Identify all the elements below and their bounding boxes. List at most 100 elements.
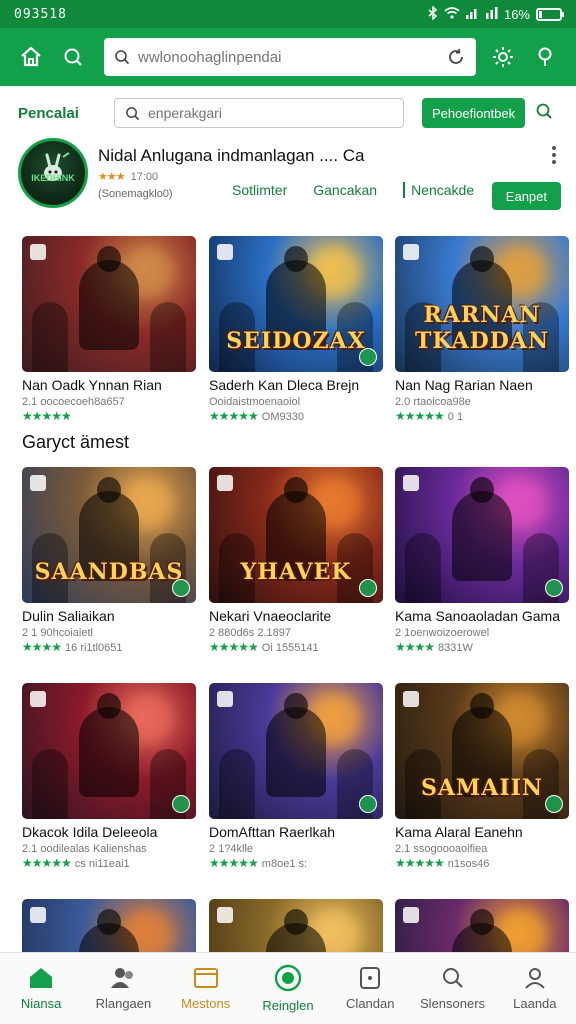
tab-0[interactable]: Sotlimter <box>232 182 287 198</box>
top-search-box[interactable] <box>104 38 476 76</box>
header-tabs: Sotlimter Gancakan Nencakde <box>232 182 500 198</box>
game-meta: 2.1 oocoecoeh8a657 <box>22 396 125 408</box>
install-button[interactable]: Eanpet <box>491 182 561 210</box>
thumbnail-title: SAANDBAS <box>34 559 184 585</box>
game-badge-icon <box>30 475 46 491</box>
secondary-search-input[interactable] <box>148 105 388 121</box>
game-card[interactable]: RARNAN TKADDAN Nan Nag Rarian Naen 2.0 rta… <box>395 236 569 423</box>
game-thumbnail[interactable]: RARNAN TKADDAN <box>395 236 569 372</box>
game-card[interactable]: YHAVEK Nekari Vnaeoclarite 2 880d6s 2.1897… <box>209 467 383 654</box>
thumbnail-figure <box>32 749 68 819</box>
game-thumbnail[interactable] <box>209 683 383 819</box>
game-rating: ★★★★★ OM9330 <box>209 409 383 423</box>
search-button[interactable] <box>52 36 94 78</box>
section-label: Pencalai <box>18 104 79 122</box>
secondary-search-box[interactable] <box>114 98 404 128</box>
game-thumbnail[interactable] <box>395 467 569 603</box>
rating-stars: ★★★★★ <box>395 856 445 870</box>
search-icon <box>536 103 552 119</box>
thumbnail-hero <box>452 477 512 582</box>
battery-percent: 16% <box>503 6 530 22</box>
search-icon <box>442 968 463 988</box>
game-thumbnail[interactable] <box>22 683 196 819</box>
game-thumbnail[interactable]: SAMAIIN <box>395 683 569 819</box>
play-badge-icon[interactable] <box>545 579 563 597</box>
nav-item-window[interactable]: Mestons <box>165 953 247 1024</box>
nav-item-people[interactable]: Rlangaen <box>82 953 164 1024</box>
game-card[interactable]: Kama Sanoaoladan Gama 2 1oenwoizoerowel ★★… <box>395 467 569 654</box>
thumbnail-hero <box>79 246 139 351</box>
play-badge-icon[interactable] <box>545 795 563 813</box>
game-badge-icon <box>217 475 233 491</box>
game-badge-icon <box>403 244 419 260</box>
help-button[interactable] <box>535 102 553 125</box>
game-card[interactable]: SAMAIIN Kama Alaral Eanehn 2.1 ssogoooaoif… <box>395 683 569 870</box>
status-icons: 16% <box>428 4 564 23</box>
app-logo-text: IKEDHINK <box>31 173 75 183</box>
gamepad-icon <box>274 964 302 992</box>
nav-label: Reinglen <box>262 998 314 1013</box>
gear-icon <box>493 47 513 67</box>
game-card[interactable]: Dkacok Idila Deleeola 2.1 oodilealas Kali… <box>22 683 196 870</box>
rating-stars: ★★★★ <box>395 640 435 654</box>
thumbnail-title: YHAVEK <box>240 559 352 585</box>
more-options-icon[interactable] <box>549 146 559 164</box>
settings-button[interactable] <box>482 36 524 78</box>
nav-item-profile[interactable]: Laanda <box>494 953 576 1024</box>
game-title: Saderh Kan Dleca Brejn <box>209 377 360 393</box>
status-time: 093518 <box>14 6 67 22</box>
top-search-input[interactable] <box>138 48 438 66</box>
thumbnail-figure <box>150 302 186 372</box>
primary-action-button[interactable]: Pehoefiontbek <box>422 98 526 128</box>
tab-1[interactable]: Gancakan <box>313 182 377 198</box>
play-badge-icon[interactable] <box>359 795 377 813</box>
nav-label: Niansa <box>20 996 62 1011</box>
play-badge-icon[interactable] <box>359 579 377 597</box>
search-icon <box>115 50 130 65</box>
home-button[interactable] <box>10 36 52 78</box>
game-badge-icon <box>403 907 419 923</box>
rating-text: m8oe1 s: <box>261 858 308 870</box>
game-thumbnail[interactable]: SAANDBAS <box>22 467 196 603</box>
game-rating: ★★★★ 16 ri1tl0651 <box>22 640 196 654</box>
game-thumbnail[interactable] <box>22 236 196 372</box>
app-logo: IKEDHINK <box>18 138 88 208</box>
nav-label: Rlangaen <box>95 996 152 1011</box>
game-card[interactable]: Nan Oadk Ynnan Rian 2.1 oocoecoeh8a657 ★★★… <box>22 236 196 423</box>
nav-label: Slensoners <box>420 996 486 1011</box>
play-badge-icon[interactable] <box>172 795 190 813</box>
location-button[interactable] <box>524 36 566 78</box>
rating-text: 16 ri1tl0651 <box>65 642 123 654</box>
top-app-bar <box>0 28 576 86</box>
section-title: Garyct ämest <box>22 432 130 452</box>
rating-stars: ★★★★★ <box>209 856 259 870</box>
game-badge-icon <box>30 907 46 923</box>
thumbnail-title: RARNAN TKADDAN <box>414 302 549 354</box>
game-thumbnail[interactable]: SEIDOZAX <box>209 236 383 372</box>
game-rating: ★★★★★ n1sos46 <box>395 856 569 870</box>
app-rating: ★★★ 17:00 <box>98 170 159 184</box>
signal-bars-icon <box>485 6 498 22</box>
rating-stars: ★★★★★ <box>209 640 259 654</box>
nav-item-search[interactable]: Slensoners <box>411 953 493 1024</box>
pin-icon <box>538 47 552 66</box>
people-icon <box>111 968 134 988</box>
game-title: Nekari Vnaeoclarite <box>209 608 332 624</box>
nav-item-device[interactable]: Clandan <box>329 953 411 1024</box>
rating-text: 17:00 <box>130 170 159 183</box>
secondary-toolbar: Pencalai Pehoefiontbek <box>0 94 576 132</box>
game-card[interactable]: SAANDBAS Dulin Saliaikan 2 1 90hcoiaietl ★★… <box>22 467 196 654</box>
device-icon <box>360 967 381 989</box>
nav-label: Clandan <box>346 996 395 1011</box>
game-rating: ★★★★★ 0 1 <box>395 409 569 423</box>
nav-item-home[interactable]: Niansa <box>0 953 82 1024</box>
play-badge-icon[interactable] <box>172 579 190 597</box>
game-rating: ★★★★ 8331W <box>395 640 569 654</box>
tab-2[interactable]: Nencakde <box>403 182 474 198</box>
play-badge-icon[interactable] <box>359 348 377 366</box>
nav-item-gamepad[interactable]: Reinglen <box>247 953 329 1024</box>
game-thumbnail[interactable]: YHAVEK <box>209 467 383 603</box>
game-card[interactable]: DomAfttan Raerlkah 2 1?4klle ★★★★★ m8oe1 s: <box>209 683 383 870</box>
game-card[interactable]: SEIDOZAX Saderh Kan Dleca Brejn Ooidaistmo… <box>209 236 383 423</box>
game-badge-icon <box>403 475 419 491</box>
